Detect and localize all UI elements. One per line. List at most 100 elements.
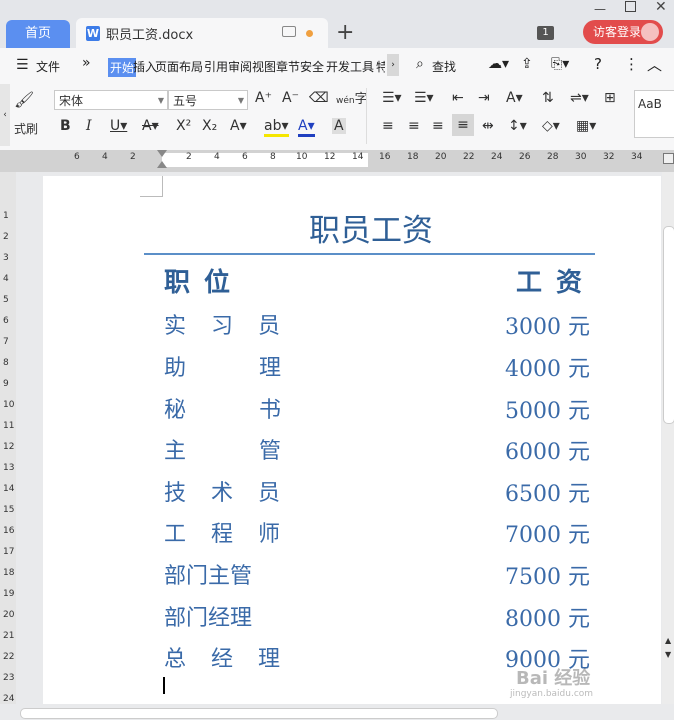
ruler-toggle-icon[interactable] [663, 153, 674, 164]
document-tab[interactable]: W 职员工资.docx [76, 18, 328, 48]
salary-cell[interactable]: 4000 元 [505, 351, 590, 383]
monitor-icon[interactable] [282, 26, 296, 37]
cloud-icon[interactable]: ☁▾ [488, 56, 509, 72]
salary-column-header[interactable]: 工资 [516, 262, 596, 299]
menu-chapter[interactable]: 章节 [276, 58, 300, 75]
position-cell[interactable]: 总 经 理 [164, 641, 289, 673]
search-icon[interactable]: ⌕ [416, 56, 424, 72]
subscript-icon[interactable]: X₂ [202, 118, 217, 134]
bullet-list-icon[interactable]: ☰▾ [382, 90, 402, 106]
menu-scroll-right-icon[interactable]: › [387, 54, 399, 76]
sort-icon[interactable]: ⇅ [542, 90, 554, 106]
align-center-icon[interactable]: ≡ [408, 118, 420, 134]
align-left-icon[interactable]: ≡ [382, 118, 394, 134]
position-cell[interactable]: 部门主管 [164, 558, 252, 590]
strikethrough-icon[interactable]: A▾ [142, 118, 159, 134]
first-line-indent-marker[interactable] [157, 150, 167, 157]
salary-cell[interactable]: 6000 元 [505, 434, 590, 466]
salary-cell[interactable]: 5000 元 [505, 393, 590, 425]
text-effect-icon[interactable]: A▾ [230, 118, 247, 134]
close-icon[interactable]: ✕ [655, 0, 667, 15]
font-size-select[interactable]: 五号 ▼ [168, 90, 248, 110]
align-right-icon[interactable]: ≡ [432, 118, 444, 134]
horizontal-scrollbar[interactable] [0, 704, 674, 720]
style-gallery[interactable]: AaB [634, 90, 674, 138]
export-icon[interactable]: ⎘▾ [551, 56, 569, 72]
search-label[interactable]: 查找 [432, 58, 456, 75]
position-column-header[interactable]: 职位 [164, 262, 244, 299]
watermark-url: jingyan.baidu.com [510, 689, 594, 699]
clear-format-icon[interactable]: ⌫ [309, 90, 329, 106]
ribbon-toolbar: ‹ 🖌 式刷 宋体 ▼ 五号 ▼ A⁺ A⁻ ⌫ wén字 B I U▾ A▾ X²… [0, 84, 674, 151]
position-cell[interactable]: 实 习 员 [164, 308, 289, 340]
menu-special[interactable]: 特 [376, 58, 385, 75]
position-cell[interactable]: 部门经理 [164, 600, 252, 632]
horizontal-scroll-thumb[interactable] [20, 708, 498, 719]
decrease-indent-icon[interactable]: ⇤ [452, 90, 464, 106]
menu-view[interactable]: 视图 [252, 58, 276, 75]
vertical-ruler[interactable]: 1 2 3 4 5 6 7 8 9 10 11 12 13 14 15 16 1… [0, 172, 16, 704]
format-painter-icon[interactable]: 🖌 [14, 90, 34, 109]
menu-page-layout[interactable]: 页面布局 [155, 58, 203, 75]
horizontal-ruler[interactable]: 6 4 2 2 4 6 8 10 12 14 16 18 20 22 24 26… [0, 150, 674, 172]
position-cell[interactable]: 工 程 师 [164, 516, 289, 548]
scroll-down-icon[interactable]: ▼ [665, 650, 671, 659]
increase-indent-icon[interactable]: ⇥ [478, 90, 490, 106]
position-cell[interactable]: 技 术 员 [164, 475, 289, 507]
line-spacing-icon[interactable]: ⇌▾ [570, 90, 589, 106]
menu-insert[interactable]: 插入 [133, 58, 157, 75]
font-color-icon[interactable]: A▾ [298, 118, 315, 137]
borders-icon[interactable]: ▦▾ [576, 118, 596, 134]
pinyin-guide-icon[interactable]: wén字 [336, 88, 368, 107]
bold-icon[interactable]: B [60, 118, 71, 134]
shading-icon[interactable]: ◇▾ [542, 118, 560, 134]
highlight-icon[interactable]: ab▾ [264, 118, 289, 137]
justify-icon[interactable]: ≡ [452, 114, 474, 136]
share-icon[interactable]: ⇪ [521, 56, 533, 72]
menu-security[interactable]: 安全 [300, 58, 324, 75]
position-cell[interactable]: 秘 书 [164, 392, 290, 424]
salary-cell[interactable]: 3000 元 [505, 309, 590, 341]
paragraph-spacing-icon[interactable]: ↕▾ [508, 118, 527, 134]
format-painter-label[interactable]: 式刷 [14, 120, 38, 137]
salary-cell[interactable]: 8000 元 [505, 601, 590, 633]
minimize-icon[interactable]: — [594, 2, 606, 16]
help-icon[interactable]: ? [594, 55, 602, 73]
superscript-icon[interactable]: X² [176, 118, 191, 134]
position-cell[interactable]: 助 理 [164, 350, 290, 382]
char-shading-icon[interactable]: A [332, 118, 346, 134]
salary-cell[interactable]: 6500 元 [505, 476, 590, 508]
maximize-icon[interactable] [625, 1, 636, 12]
grow-font-icon[interactable]: A⁺ [255, 90, 272, 106]
salary-cell[interactable]: 7500 元 [505, 559, 590, 591]
underline-icon[interactable]: U▾ [110, 118, 127, 134]
salary-cell[interactable]: 7000 元 [505, 517, 590, 549]
font-name-select[interactable]: 宋体 ▼ [54, 90, 168, 110]
new-tab-button[interactable]: + [336, 20, 354, 45]
text-direction-icon[interactable]: A▾ [506, 90, 523, 106]
italic-icon[interactable]: I [86, 118, 92, 134]
menu-file[interactable]: 文件 [36, 58, 60, 75]
collapse-ribbon-icon[interactable]: ︿ [647, 54, 662, 75]
distributed-align-icon[interactable]: ⇹ [482, 118, 494, 134]
ribbon-scroll-left-icon[interactable]: ‹ [0, 84, 10, 146]
scroll-up-icon[interactable]: ▲ [665, 636, 671, 645]
position-cell[interactable]: 主 管 [164, 433, 290, 465]
shrink-font-icon[interactable]: A⁻ [282, 90, 299, 106]
home-tab[interactable]: 首页 [6, 20, 70, 48]
window-count-badge[interactable]: 1 [537, 26, 554, 40]
menu-home[interactable]: 开始 [108, 58, 137, 77]
numbered-list-icon[interactable]: ☰▾ [414, 90, 434, 106]
menu-references[interactable]: 引用 [204, 58, 228, 75]
guest-login-button[interactable]: 访客登录 [583, 20, 663, 44]
menu-review[interactable]: 审阅 [228, 58, 252, 75]
more-options-icon[interactable]: ⋮ [624, 55, 639, 73]
vertical-scrollbar[interactable]: ▲ ▼ [662, 172, 674, 704]
hamburger-menu-icon[interactable]: ☰ [16, 57, 29, 73]
vertical-scroll-thumb[interactable] [663, 226, 674, 424]
more-menus-icon[interactable]: » [82, 55, 91, 71]
menu-developer[interactable]: 开发工具 [326, 58, 374, 75]
document-title[interactable]: 职员工资 [260, 205, 482, 250]
show-marks-icon[interactable]: ⊞ [604, 90, 616, 106]
hanging-indent-marker[interactable] [157, 161, 167, 168]
